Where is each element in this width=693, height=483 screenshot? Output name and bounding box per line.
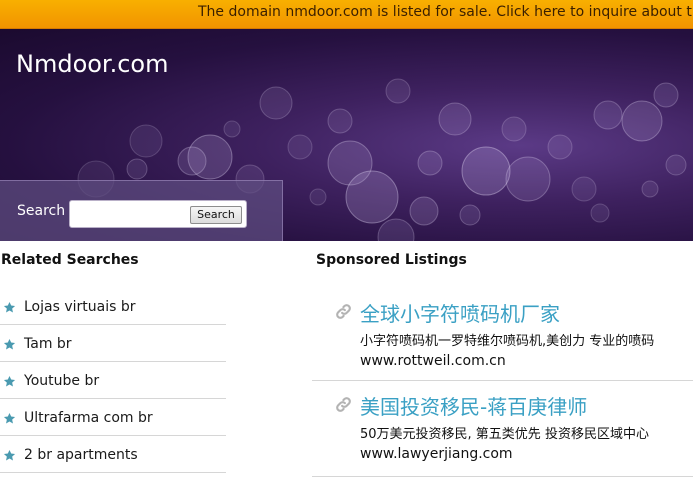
- related-search-item[interactable]: Lojas virtuais br: [0, 288, 226, 325]
- star-icon: [3, 412, 16, 424]
- sponsored-listing-title[interactable]: 全球小字符喷码机厂家: [360, 298, 560, 327]
- related-search-item[interactable]: Ultrafarma com br: [0, 399, 226, 436]
- related-searches-list: Lojas virtuais br Tam br Youtube br Ultr…: [0, 288, 226, 473]
- related-search-item[interactable]: 2 br apartments: [0, 436, 226, 473]
- sponsored-listings-list: 全球小字符喷码机厂家 小字符喷码机一罗特维尔喷码机,美创力 专业的喷码 www.…: [312, 288, 693, 477]
- related-search-item[interactable]: Tam br: [0, 325, 226, 362]
- site-title[interactable]: Nmdoor.com: [16, 50, 168, 78]
- star-icon: [3, 449, 16, 461]
- star-icon: [3, 338, 16, 350]
- related-search-label[interactable]: Ultrafarma com br: [24, 410, 153, 426]
- sponsored-listing: 全球小字符喷码机厂家 小字符喷码机一罗特维尔喷码机,美创力 专业的喷码 www.…: [312, 288, 693, 381]
- related-search-label[interactable]: Lojas virtuais br: [24, 299, 135, 315]
- related-search-label[interactable]: Tam br: [24, 336, 72, 352]
- related-search-label[interactable]: 2 br apartments: [24, 447, 138, 463]
- search-label: Search: [17, 203, 66, 219]
- link-icon: [336, 397, 351, 412]
- sponsored-listing-description: 50万美元投资移民, 第五类优先 投资移民区域中心: [360, 427, 649, 442]
- search-button[interactable]: Search: [190, 206, 242, 224]
- related-search-item[interactable]: Youtube br: [0, 362, 226, 399]
- related-searches-heading: Related Searches: [1, 252, 139, 268]
- sponsored-listing: 美国投资移民-蒋百庚律师 50万美元投资移民, 第五类优先 投资移民区域中心 w…: [312, 381, 693, 477]
- sponsored-listing-url[interactable]: www.lawyerjiang.com: [360, 446, 513, 462]
- sponsored-listing-title[interactable]: 美国投资移民-蒋百庚律师: [360, 391, 587, 420]
- sale-banner[interactable]: The domain nmdoor.com is listed for sale…: [0, 0, 693, 29]
- star-icon: [3, 375, 16, 387]
- sponsored-listing-url[interactable]: www.rottweil.com.cn: [360, 353, 506, 369]
- sponsored-listings-heading: Sponsored Listings: [316, 252, 467, 268]
- sponsored-listing-description: 小字符喷码机一罗特维尔喷码机,美创力 专业的喷码: [360, 334, 655, 349]
- related-search-label[interactable]: Youtube br: [24, 373, 99, 389]
- link-icon: [336, 304, 351, 319]
- sale-banner-text[interactable]: The domain nmdoor.com is listed for sale…: [198, 4, 693, 20]
- star-icon: [3, 301, 16, 313]
